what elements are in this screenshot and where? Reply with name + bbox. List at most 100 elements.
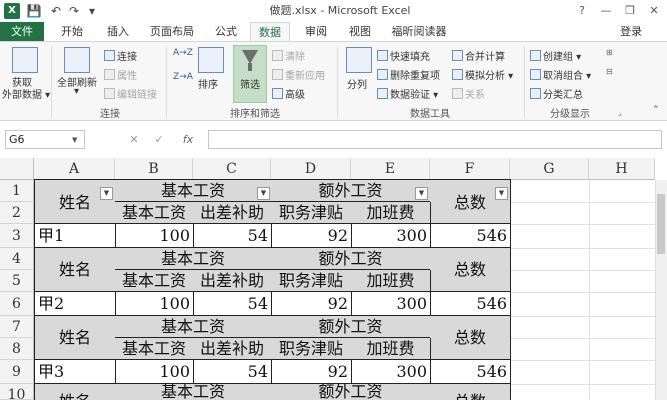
total-header-cell[interactable]: 总数 — [430, 179, 511, 224]
flash-fill-button[interactable]: 快速填充 — [377, 48, 430, 63]
record-name-cell[interactable]: 甲1 — [34, 224, 116, 248]
sub-travel-cell[interactable]: 出差补助 — [193, 202, 272, 224]
total-header-cell[interactable]: 总数 — [430, 384, 511, 400]
what-if-analysis-button[interactable]: 模拟分析 ▾ — [452, 67, 513, 82]
tab-page-layout[interactable]: 页面布局 — [144, 22, 200, 42]
customize-qat-icon[interactable]: ▾ — [84, 2, 100, 20]
extra-salary-header-cell[interactable]: 额外工资 — [271, 179, 431, 202]
total-header-cell[interactable]: 总数 — [430, 316, 511, 360]
tab-insert[interactable]: 插入 — [98, 22, 138, 42]
row-header-6[interactable]: 6 — [0, 292, 34, 316]
edit-links-button[interactable]: 编辑链接 — [104, 86, 157, 101]
record-overtime-cell[interactable]: 300 — [351, 224, 431, 248]
sort-ascending-button[interactable]: A→Z — [173, 48, 193, 58]
record-overtime-cell[interactable]: 300 — [351, 360, 431, 384]
sub-overtime-cell[interactable]: 加班费 — [351, 338, 431, 360]
close-button[interactable]: ✕ — [643, 0, 665, 22]
login-link[interactable]: 登录 — [620, 22, 642, 42]
formula-input[interactable] — [208, 130, 662, 149]
row-header-4[interactable]: 4 — [0, 248, 34, 270]
tab-foxit-reader[interactable]: 福昕阅读器 — [384, 22, 454, 42]
sub-overtime-cell[interactable]: 加班费 — [351, 202, 431, 224]
column-header-b[interactable]: B — [115, 158, 193, 180]
total-header-cell[interactable]: 总数 — [430, 248, 511, 292]
data-validation-button[interactable]: 数据验证 ▾ — [377, 86, 438, 101]
tab-formulas[interactable]: 公式 — [206, 22, 246, 42]
extra-salary-header-cell[interactable]: 额外工资 — [271, 316, 431, 338]
connections-button[interactable]: 连接 — [104, 48, 137, 63]
sub-overtime-cell[interactable]: 加班费 — [351, 270, 431, 292]
column-header-c[interactable]: C — [193, 158, 271, 180]
cancel-entry-icon[interactable]: ✕ — [126, 131, 142, 148]
sub-basic-cell[interactable]: 基本工资 — [115, 338, 194, 360]
help-button[interactable]: ? — [571, 0, 593, 22]
sort-descending-button[interactable]: Z→A — [173, 72, 193, 82]
tab-review[interactable]: 审阅 — [296, 22, 336, 42]
filter-dropdown-icon[interactable]: ▼ — [257, 187, 270, 200]
remove-duplicates-button[interactable]: 删除重复项 — [377, 67, 440, 82]
record-position-cell[interactable]: 92 — [271, 360, 352, 384]
sort-label[interactable]: 排序 — [198, 76, 218, 91]
sub-basic-cell[interactable]: 基本工资 — [115, 270, 194, 292]
outline-hide-detail-icon[interactable]: ⊟ — [606, 67, 613, 76]
filter-dropdown-icon[interactable]: ▼ — [415, 187, 428, 200]
record-overtime-cell[interactable]: 300 — [351, 292, 431, 316]
record-basic-cell[interactable]: 100 — [115, 224, 194, 248]
save-icon[interactable]: 💾 — [26, 2, 42, 20]
sub-position-cell[interactable]: 职务津贴 — [271, 270, 352, 292]
row-header-10[interactable]: 10 — [0, 384, 34, 400]
column-header-d[interactable]: D — [271, 158, 351, 180]
record-total-cell[interactable]: 546 — [430, 360, 511, 384]
restore-button[interactable]: ❐ — [619, 0, 641, 22]
sub-travel-cell[interactable]: 出差补助 — [193, 270, 272, 292]
clear-button[interactable]: 清除 — [272, 48, 305, 63]
row-header-7[interactable]: 7 — [0, 316, 34, 338]
confirm-entry-icon[interactable]: ✓ — [151, 131, 167, 148]
insert-function-icon[interactable]: fx — [180, 131, 196, 148]
relationships-button[interactable]: 关系 — [452, 86, 485, 101]
column-header-h[interactable]: H — [589, 158, 655, 180]
redo-icon[interactable]: ↷ — [66, 2, 82, 20]
ungroup-button[interactable]: 取消组合 ▾ — [530, 67, 591, 82]
sort-icon[interactable] — [198, 47, 224, 73]
extra-salary-header-cell[interactable]: 额外工资 — [271, 384, 431, 400]
name-header-cell[interactable]: 姓名 — [34, 248, 116, 292]
properties-button[interactable]: 属性 — [104, 67, 137, 82]
column-header-a[interactable]: A — [34, 158, 115, 180]
row-header-2[interactable]: 2 — [0, 202, 34, 224]
consolidate-button[interactable]: 合并计算 — [452, 48, 505, 63]
vertical-scrollbar-thumb[interactable] — [657, 194, 665, 254]
row-header-8[interactable]: 8 — [0, 338, 34, 360]
tab-home[interactable]: 开始 — [52, 22, 92, 42]
tab-view[interactable]: 视图 — [340, 22, 380, 42]
row-header-9[interactable]: 9 — [0, 360, 34, 384]
row-header-1[interactable]: 1 — [0, 180, 34, 202]
get-external-data-icon[interactable] — [12, 47, 38, 73]
column-header-e[interactable]: E — [351, 158, 430, 180]
column-header-f[interactable]: F — [430, 158, 510, 180]
record-travel-cell[interactable]: 54 — [193, 224, 272, 248]
name-header-cell[interactable]: 姓名 — [34, 384, 116, 400]
sub-position-cell[interactable]: 职务津贴 — [271, 202, 352, 224]
tab-data[interactable]: 数据 — [250, 22, 290, 42]
record-basic-cell[interactable]: 100 — [115, 360, 194, 384]
record-total-cell[interactable]: 546 — [430, 292, 511, 316]
row-header-5[interactable]: 5 — [0, 270, 34, 292]
name-box-dropdown-icon[interactable]: ▼ — [72, 136, 77, 144]
refresh-all-icon[interactable] — [64, 47, 90, 73]
row-header-3[interactable]: 3 — [0, 224, 34, 248]
tab-file[interactable]: 文件 — [0, 22, 44, 42]
record-travel-cell[interactable]: 54 — [193, 292, 272, 316]
text-to-columns-label[interactable]: 分列 — [347, 76, 367, 91]
record-position-cell[interactable]: 92 — [271, 292, 352, 316]
group-button[interactable]: 创建组 ▾ — [530, 48, 581, 63]
name-header-cell[interactable]: 姓名 — [34, 179, 116, 224]
collapse-ribbon-icon[interactable]: ⌃ — [652, 105, 660, 115]
basic-salary-header-cell[interactable]: 基本工资 — [115, 248, 272, 270]
outline-dialog-launcher-icon[interactable]: ⌟ — [618, 108, 622, 117]
basic-salary-header-cell[interactable]: 基本工资 — [115, 384, 272, 400]
sub-travel-cell[interactable]: 出差补助 — [193, 338, 272, 360]
extra-salary-header-cell[interactable]: 额外工资 — [271, 248, 431, 270]
advanced-button[interactable]: 高级 — [272, 86, 305, 101]
sub-basic-cell[interactable]: 基本工资 — [115, 202, 194, 224]
